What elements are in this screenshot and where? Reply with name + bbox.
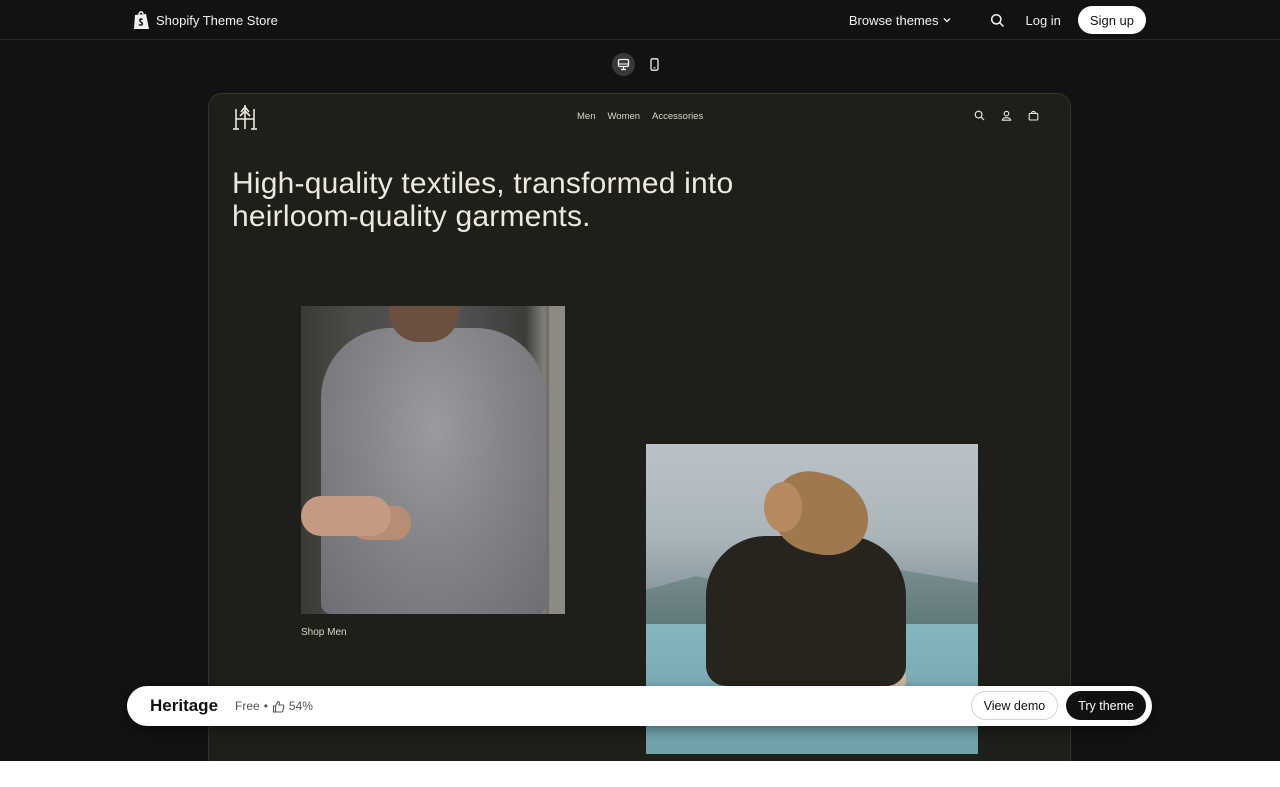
thumbs-up-icon xyxy=(272,700,285,713)
site-menu: Men Women Accessories xyxy=(577,111,703,122)
search-icon[interactable] xyxy=(974,110,985,121)
try-theme-button[interactable]: Try theme xyxy=(1066,691,1146,720)
brand-label: Shopify Theme Store xyxy=(156,12,278,28)
nav-actions: Browse themes Log in Sign up xyxy=(849,6,1146,34)
theme-price: Free xyxy=(235,699,260,713)
site-menu-accessories[interactable]: Accessories xyxy=(652,111,703,122)
login-link[interactable]: Log in xyxy=(1025,13,1060,28)
meta-separator: • xyxy=(263,699,268,713)
view-demo-button[interactable]: View demo xyxy=(970,691,1059,720)
theme-info-bar: Heritage Free • 54% View demo Try theme xyxy=(127,686,1152,726)
search-icon[interactable] xyxy=(990,13,1005,28)
theme-store-app: Shopify Theme Store Browse themes Log in… xyxy=(0,0,1280,761)
theme-meta: Free • 54% xyxy=(235,699,313,713)
site-icons xyxy=(974,110,1039,121)
mobile-view-button[interactable] xyxy=(643,53,666,76)
theme-name: Heritage xyxy=(150,696,219,715)
shopify-bag-icon xyxy=(134,11,149,29)
site-menu-men[interactable]: Men xyxy=(577,111,595,122)
top-nav: Shopify Theme Store Browse themes Log in… xyxy=(0,0,1280,40)
mobile-icon xyxy=(650,58,659,71)
theme-rating: 54% xyxy=(288,699,313,713)
browse-themes-label: Browse themes xyxy=(848,12,939,28)
account-icon[interactable] xyxy=(1001,110,1012,121)
theme-preview-frame: Men Women Accessories High-quality texti… xyxy=(208,93,1071,761)
shop-men-link[interactable]: Shop Men xyxy=(301,627,347,638)
site-menu-women[interactable]: Women xyxy=(607,111,640,122)
browse-themes-dropdown[interactable]: Browse themes xyxy=(849,13,953,28)
theme-actions: View demo Try theme xyxy=(970,691,1146,720)
desktop-icon xyxy=(617,58,630,71)
hero-heading: High-quality textiles, transformed into … xyxy=(232,167,734,233)
men-collection-image[interactable] xyxy=(301,306,565,614)
desktop-view-button[interactable] xyxy=(612,53,635,76)
cart-icon[interactable] xyxy=(1028,110,1039,121)
signup-button[interactable]: Sign up xyxy=(1077,6,1146,34)
chevron-down-icon xyxy=(943,18,951,23)
device-toggle xyxy=(612,53,666,76)
brand-link[interactable]: Shopify Theme Store xyxy=(133,10,278,30)
heritage-logo-icon xyxy=(233,105,257,130)
